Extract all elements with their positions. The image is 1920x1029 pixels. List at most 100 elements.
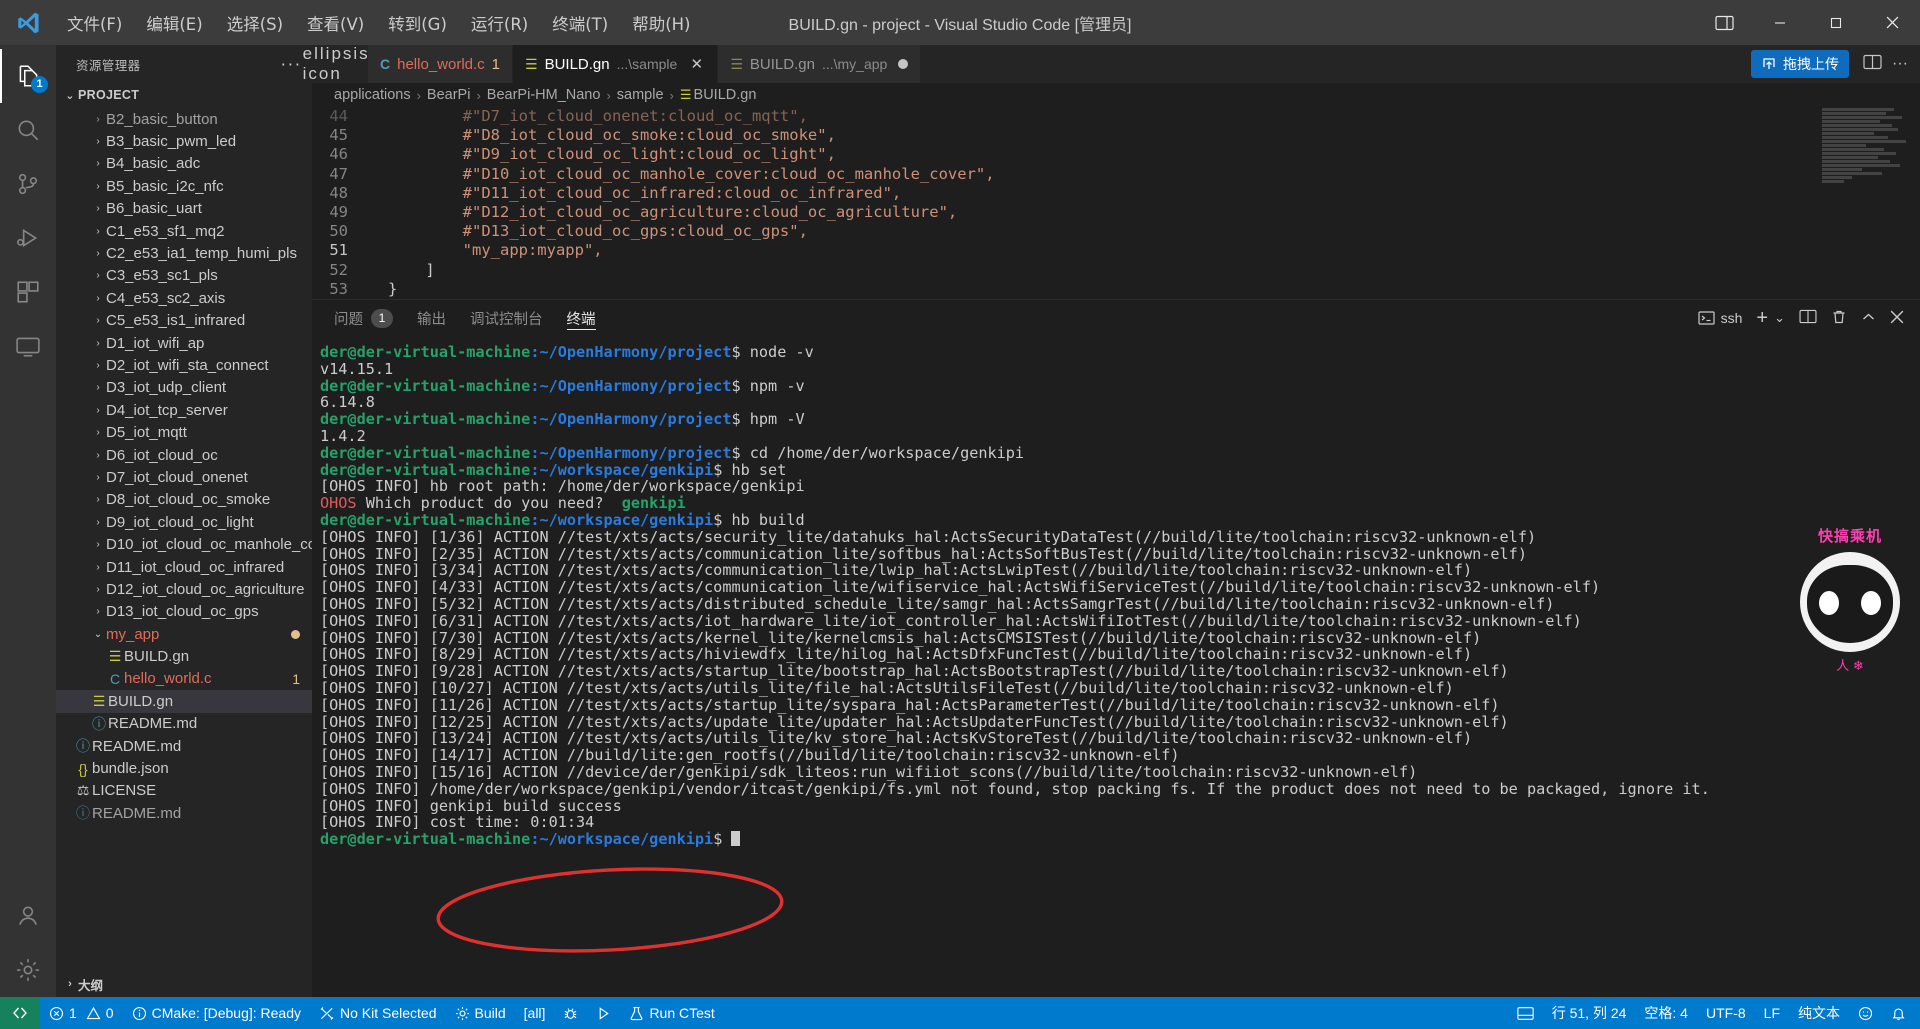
status-cmake-debug[interactable] xyxy=(554,997,587,1029)
code-line[interactable]: 44 #"D7_iot_cloud_onenet:cloud_oc_mqtt", xyxy=(312,107,1920,126)
breadcrumb-item[interactable]: BearPi-HM_Nano xyxy=(487,87,601,103)
chevron-right-icon[interactable]: › xyxy=(90,539,106,550)
status-eol[interactable]: LF xyxy=(1755,997,1789,1029)
code-line[interactable]: 48 #"D11_iot_cloud_oc_infrared:cloud_oc_… xyxy=(312,184,1920,203)
code-line[interactable]: 53} xyxy=(312,280,1920,299)
panel-tab-terminal[interactable]: 终端 xyxy=(566,300,596,336)
menu-bar[interactable]: 文件(F) 编辑(E) 选择(S) 查看(V) 转到(G) 运行(R) 终端(T… xyxy=(56,7,702,39)
panel-tab-output[interactable]: 输出 xyxy=(417,300,446,336)
status-toggle-panel[interactable] xyxy=(1508,997,1543,1029)
code-editor[interactable]: 44 #"D7_iot_cloud_onenet:cloud_oc_mqtt",… xyxy=(312,107,1920,299)
tree-item-d4-iot-tcp-server[interactable]: › D4_iot_tcp_server xyxy=(56,399,312,421)
tree-item-b2-basic-button[interactable]: › B2_basic_button xyxy=(56,108,312,130)
tree-item-d2-iot-wifi-sta-connect[interactable]: › D2_iot_wifi_sta_connect xyxy=(56,354,312,376)
status-indentation[interactable]: 空格: 4 xyxy=(1635,997,1697,1029)
activity-explorer[interactable]: 1 xyxy=(0,49,56,103)
chevron-right-icon[interactable]: › xyxy=(90,270,106,281)
terminal-output[interactable]: der@der-virtual-machine:~/OpenHarmony/pr… xyxy=(312,336,1920,997)
tab-close-icon[interactable]: ✕ xyxy=(688,55,705,73)
chevron-right-icon[interactable]: › xyxy=(90,158,106,169)
chevron-right-icon[interactable]: › xyxy=(90,517,106,528)
chevron-right-icon[interactable]: › xyxy=(90,405,106,416)
tab-dirty-indicator[interactable] xyxy=(898,59,909,69)
split-editor-icon[interactable] xyxy=(1863,54,1882,75)
activity-remote-explorer[interactable] xyxy=(0,319,56,373)
tree-item-d13-iot-cloud-oc-gps[interactable]: › D13_iot_cloud_oc_gps xyxy=(56,601,312,623)
tree-item-b5-basic-i2c-nfc[interactable]: › B5_basic_i2c_nfc xyxy=(56,175,312,197)
status-kit-selector[interactable]: No Kit Selected xyxy=(310,997,446,1029)
tree-item-c4-e53-sc2-axis[interactable]: › C4_e53_sc2_axis xyxy=(56,287,312,309)
activity-search[interactable] xyxy=(0,103,56,157)
tree-item-b3-basic-pwm-led[interactable]: › B3_basic_pwm_led xyxy=(56,130,312,152)
tree-item-d11-iot-cloud-oc-infrared[interactable]: › D11_iot_cloud_oc_infrared xyxy=(56,556,312,578)
activity-accounts[interactable] xyxy=(0,889,56,943)
tree-item-d7-iot-cloud-onenet[interactable]: › D7_iot_cloud_onenet xyxy=(56,466,312,488)
tree-item-c1-e53-sf1-mq2[interactable]: › C1_e53_sf1_mq2 xyxy=(56,220,312,242)
tree-item-my-app[interactable]: ⌄ my_app xyxy=(56,623,312,645)
status-feedback-icon[interactable] xyxy=(1849,997,1882,1029)
code-lines[interactable]: 44 #"D7_iot_cloud_onenet:cloud_oc_mqtt",… xyxy=(312,107,1920,299)
menu-terminal[interactable]: 终端(T) xyxy=(541,7,619,39)
menu-run[interactable]: 运行(R) xyxy=(460,7,539,39)
status-language-mode[interactable]: 纯文本 xyxy=(1789,997,1849,1029)
code-line[interactable]: 52 ] xyxy=(312,261,1920,280)
file-tree[interactable]: › B2_basic_button › B3_basic_pwm_led › B4_bas… xyxy=(56,107,312,971)
status-cmake-build[interactable]: Build xyxy=(446,997,515,1029)
activity-run-and-debug[interactable] xyxy=(0,211,56,265)
breadcrumb-item[interactable]: BearPi xyxy=(427,87,471,103)
close-panel-icon[interactable] xyxy=(1890,310,1904,327)
tree-item-d3-iot-udp-client[interactable]: › D3_iot_udp_client xyxy=(56,377,312,399)
chevron-down-icon[interactable]: ⌄ xyxy=(90,629,106,640)
editor-actions-ellipsis-icon[interactable]: ellipsis-icon xyxy=(303,44,375,83)
tree-item-readme-md[interactable]: ⓘ README.md xyxy=(56,713,312,735)
window-controls[interactable] xyxy=(1696,0,1920,45)
chevron-right-icon[interactable]: › xyxy=(90,181,106,192)
chevron-right-icon[interactable]: › xyxy=(90,248,106,259)
chevron-right-icon[interactable]: › xyxy=(90,382,106,393)
editor-more-actions-icon[interactable]: ··· xyxy=(1892,55,1908,73)
chevron-right-icon[interactable]: › xyxy=(90,338,106,349)
chevron-right-icon[interactable]: › xyxy=(90,427,106,438)
chevron-right-icon[interactable]: › xyxy=(90,315,106,326)
customize-layout-icon[interactable] xyxy=(1696,0,1752,45)
sidebar-more-actions-icon[interactable]: ··· xyxy=(281,55,302,74)
chevron-right-icon[interactable]: › xyxy=(90,494,106,505)
terminal-launch-profile[interactable]: ssh xyxy=(1698,310,1742,326)
tree-item-bundle-json[interactable]: {} bundle.json xyxy=(56,757,312,779)
tree-item-readme-md[interactable]: ⓘ README.md xyxy=(56,802,312,824)
status-encoding[interactable]: UTF-8 xyxy=(1697,997,1755,1029)
tree-item-build-gn[interactable]: ☰ BUILD.gn xyxy=(56,645,312,667)
status-problems[interactable]: 1 0 xyxy=(40,997,123,1029)
chevron-right-icon[interactable]: › xyxy=(90,562,106,573)
breadcrumb-item[interactable]: ☰ BUILD.gn xyxy=(680,87,757,103)
menu-selection[interactable]: 选择(S) xyxy=(216,7,294,39)
breadcrumb[interactable]: applications › BearPi › BearPi-HM_Nano › sampl… xyxy=(312,83,1920,107)
drag-upload-button[interactable]: 拖拽上传 xyxy=(1751,50,1850,78)
sidebar-section-project[interactable]: ⌄ PROJECT xyxy=(56,83,312,107)
breadcrumb-item[interactable]: sample xyxy=(617,87,664,103)
maximize-button[interactable] xyxy=(1808,0,1864,45)
minimap[interactable] xyxy=(1812,107,1920,299)
tree-item-hello-world-c[interactable]: Chello_world.c 1 xyxy=(56,668,312,690)
tree-item-d5-iot-mqtt[interactable]: › D5_iot_mqtt xyxy=(56,421,312,443)
menu-file[interactable]: 文件(F) xyxy=(56,7,133,39)
status-run-ctest[interactable]: Run CTest xyxy=(620,997,723,1029)
activity-source-control[interactable] xyxy=(0,157,56,211)
tree-item-license[interactable]: ⚖ LICENSE xyxy=(56,780,312,802)
menu-view[interactable]: 查看(V) xyxy=(296,7,375,39)
tab-hello-world-c[interactable]: C hello_world.c 1 xyxy=(368,45,514,83)
panel-tab-problems[interactable]: 问题 1 xyxy=(334,300,393,336)
chevron-right-icon[interactable]: › xyxy=(90,136,106,147)
sidebar-section-outline[interactable]: › 大纲 xyxy=(56,971,312,997)
status-cmake-run[interactable] xyxy=(587,997,620,1029)
code-line[interactable]: 51 "my_app:myapp", xyxy=(312,241,1920,260)
tree-item-b6-basic-uart[interactable]: › B6_basic_uart xyxy=(56,198,312,220)
menu-go[interactable]: 转到(G) xyxy=(377,7,458,39)
status-remote-window[interactable] xyxy=(0,997,40,1029)
new-terminal-button[interactable]: + xyxy=(1756,307,1768,330)
tree-item-c3-e53-sc1-pls[interactable]: › C3_e53_sc1_pls xyxy=(56,265,312,287)
kill-terminal-trash-icon[interactable] xyxy=(1831,309,1847,328)
chevron-right-icon[interactable]: › xyxy=(90,226,106,237)
status-notifications-bell-icon[interactable] xyxy=(1882,997,1920,1029)
tab-build-gn-my-app[interactable]: ☰ BUILD.gn ...\my_app xyxy=(718,45,922,83)
